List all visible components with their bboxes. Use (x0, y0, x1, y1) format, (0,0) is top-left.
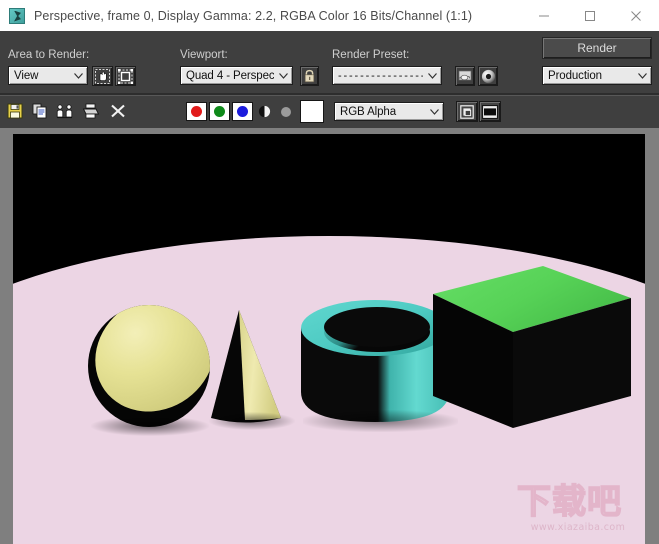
viewport-select[interactable]: Quad 4 - Perspec (180, 66, 293, 85)
clear-close-icon (111, 104, 125, 118)
teapot-preset-icon (458, 70, 471, 81)
save-floppy-icon (7, 103, 23, 119)
toggle-ui-button[interactable] (479, 101, 501, 122)
edit-region-button[interactable] (92, 66, 113, 86)
close-button[interactable] (613, 0, 659, 31)
title-bar: Perspective, frame 0, Display Gamma: 2.2… (0, 0, 659, 32)
render-control-panel: Area to Render: View Viewport: Quad 4 - … (0, 31, 659, 129)
minimize-icon (539, 15, 549, 16)
render-preset-select[interactable]: - - - - - - - - - - - - - - - - - - - (332, 66, 442, 85)
green-channel-button[interactable] (209, 102, 230, 121)
minimize-button[interactable] (521, 0, 567, 31)
print-icon (82, 103, 100, 119)
blue-channel-button[interactable] (232, 102, 253, 121)
chevron-down-icon (633, 72, 651, 79)
box-object (403, 256, 633, 442)
render-button[interactable]: Render (542, 37, 652, 59)
viewport-lock-button[interactable] (300, 66, 319, 86)
save-bitmap-button[interactable] (5, 101, 25, 121)
render-preset-value: - - - - - - - - - - - - - - - - - - - (338, 69, 423, 82)
clone-window-icon (56, 104, 73, 119)
select-region-icon (118, 68, 133, 84)
duplicate-panel-button[interactable] (456, 101, 478, 122)
rendered-image[interactable]: 下载吧 www.xiazaiba.com (13, 134, 645, 544)
copy-bitmap-icon (32, 103, 47, 119)
chevron-down-icon (423, 72, 441, 79)
maximize-button[interactable] (567, 0, 613, 31)
toolbar-divider (0, 93, 659, 96)
clone-window-button[interactable] (54, 101, 76, 121)
chevron-down-icon (69, 72, 87, 79)
cone-object (205, 308, 287, 426)
area-to-render-select[interactable]: View (8, 66, 88, 85)
window-controls (521, 0, 659, 31)
print-button[interactable] (80, 101, 102, 121)
sphere-object (85, 302, 213, 430)
copy-bitmap-button[interactable] (30, 101, 50, 121)
sphere-shadow (91, 416, 209, 436)
area-to-render-label: Area to Render: (8, 49, 90, 61)
render-setup-icon (481, 69, 495, 83)
chevron-down-icon (274, 72, 292, 79)
cone-shadow (209, 412, 295, 430)
toggle-ui-icon (482, 104, 498, 119)
channel-display-select[interactable]: RGB Alpha (334, 102, 444, 121)
viewport-label: Viewport: (180, 49, 228, 61)
render-preset-label: Render Preset: (332, 49, 410, 61)
red-dot-icon (191, 106, 202, 117)
render-setup-button[interactable] (478, 66, 498, 86)
render-image-frame: 下载吧 www.xiazaiba.com (0, 128, 659, 544)
blue-dot-icon (237, 106, 248, 117)
window-title: Perspective, frame 0, Display Gamma: 2.2… (34, 8, 473, 23)
auto-region-button[interactable] (115, 66, 136, 86)
render-mode-value: Production (548, 69, 602, 82)
chevron-down-icon (425, 108, 443, 115)
channel-display-value: RGB Alpha (340, 105, 396, 118)
hand-region-icon (95, 68, 110, 84)
area-to-render-value: View (14, 69, 39, 82)
alpha-channel-button[interactable] (255, 102, 274, 121)
render-frame-window: Perspective, frame 0, Display Gamma: 2.2… (0, 0, 659, 544)
alpha-circle-icon (258, 105, 271, 118)
maximize-icon (585, 10, 595, 21)
render-preset-file-button[interactable] (455, 66, 475, 86)
green-dot-icon (214, 106, 225, 117)
duplicate-panel-icon (460, 104, 474, 119)
mono-circle-icon (280, 106, 291, 117)
app-icon (9, 7, 25, 24)
background-color-swatch[interactable] (300, 100, 324, 123)
close-icon (631, 10, 641, 21)
red-channel-button[interactable] (186, 102, 207, 121)
lock-icon (304, 69, 315, 83)
clear-button[interactable] (108, 101, 128, 121)
viewport-value: Quad 4 - Perspec (186, 69, 274, 82)
render-mode-select[interactable]: Production (542, 66, 652, 85)
monochrome-button[interactable] (276, 102, 295, 121)
